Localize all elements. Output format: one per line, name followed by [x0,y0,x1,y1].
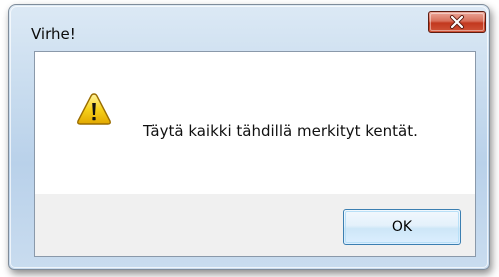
ok-button[interactable]: OK [343,209,461,245]
close-button[interactable] [428,11,486,33]
error-message: Täytä kaikki tähdillä merkityt kentät. [143,122,418,140]
dialog-window: Virhe! Täytä kaikki tähdillä merkityt ke… [8,4,490,270]
dialog-title: Virhe! [31,25,76,43]
close-icon [450,15,464,29]
dialog-content: Täytä kaikki tähdillä merkityt kentät. O… [34,51,476,257]
warning-icon [77,93,111,125]
ok-button-label: OK [391,219,413,235]
message-area: Täytä kaikki tähdillä merkityt kentät. [35,52,475,194]
